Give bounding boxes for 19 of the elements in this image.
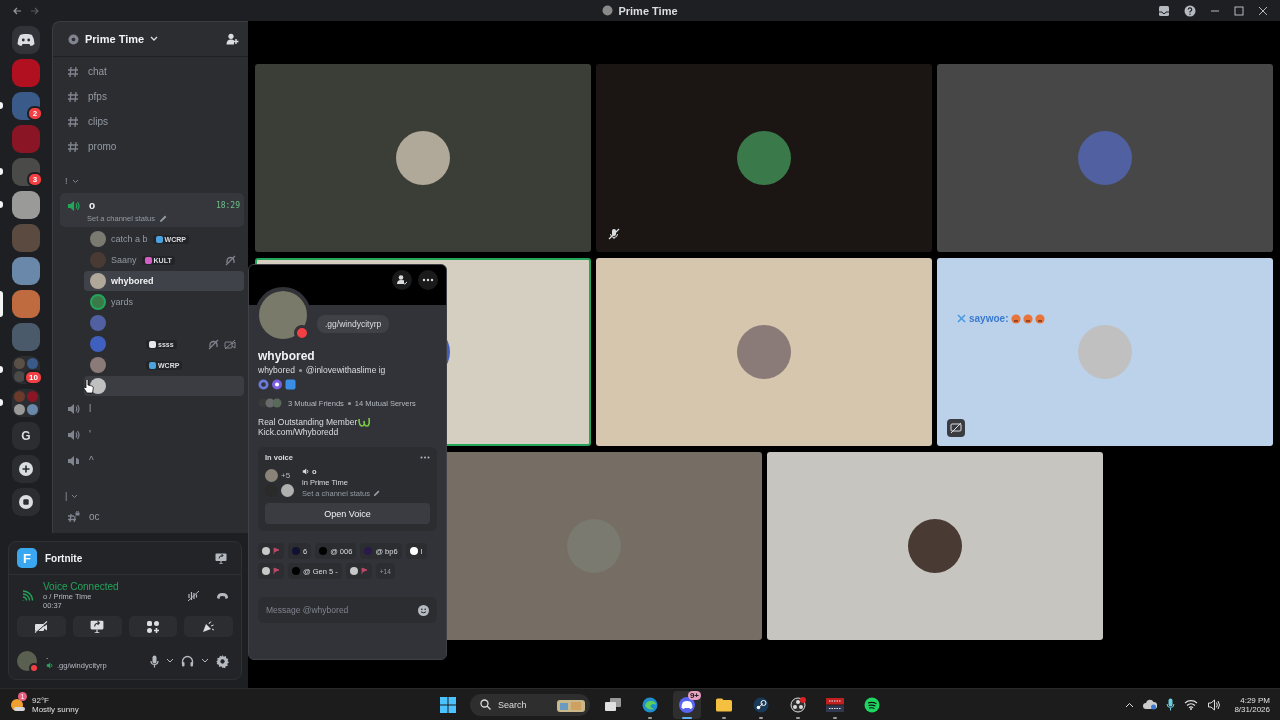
bio-text: Kick.com/Whyboredd <box>258 427 340 437</box>
pronouns: @inlovewithaslime ig <box>305 365 386 375</box>
status-bubble: .gg/windycityrp <box>317 315 390 333</box>
username: . <box>46 652 50 661</box>
mention-badge: 10 <box>24 370 43 385</box>
activity-name: Fortnite <box>45 552 83 564</box>
username: whybored <box>258 365 295 375</box>
weather-condition: Mostly sunny <box>32 704 79 714</box>
game-logo: F <box>17 548 37 568</box>
elapsed-time: 18:29 <box>215 201 240 210</box>
tile-caption: saywoe: <box>969 313 1009 324</box>
bio-text: Real Outstanding Member <box>258 416 358 427</box>
mention-badge: 3 <box>27 172 43 187</box>
temperature: 92°F <box>32 695 50 705</box>
display-name: whybored <box>258 349 316 363</box>
window-title: Prime Time <box>618 4 678 17</box>
member-count: +5 <box>281 470 291 480</box>
notification-badge: 9+ <box>687 690 701 700</box>
mention-badge: 2 <box>27 106 43 121</box>
